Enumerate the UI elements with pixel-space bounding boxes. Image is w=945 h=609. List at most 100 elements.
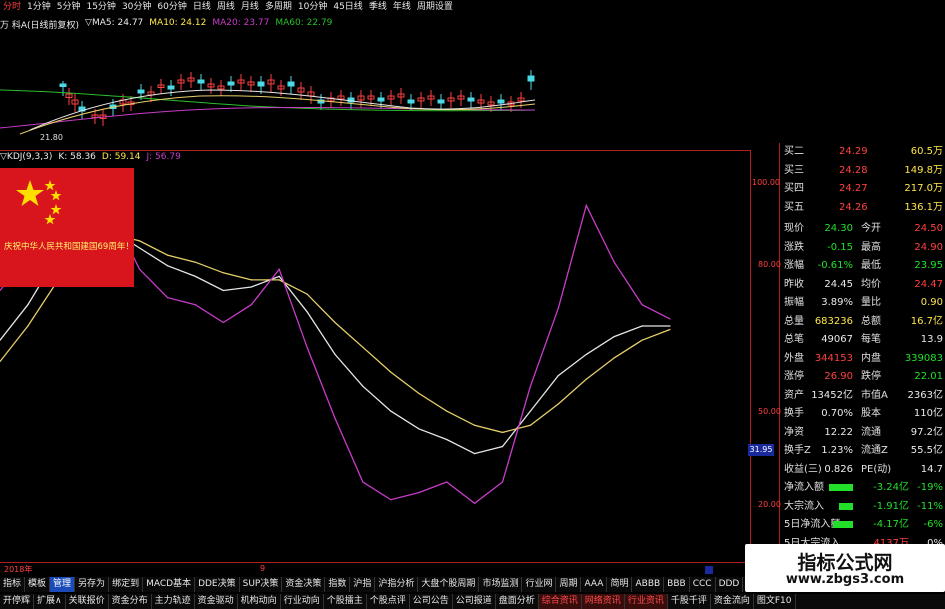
quote-field-value: 24.45 — [824, 278, 853, 290]
quote-field-value: 0.90 — [920, 297, 943, 308]
indicator-tab[interactable]: 大盘个股周期 — [418, 577, 480, 592]
quote-field-label: 市值A — [861, 389, 888, 401]
indicator-tab[interactable]: 资金决策 — [282, 577, 326, 592]
flow-value: -1.91亿 — [873, 500, 909, 512]
kdj-d-point — [585, 378, 587, 380]
quote-field-value: 12.22 — [824, 426, 853, 438]
info-tab[interactable]: 扩展∧ — [34, 594, 66, 609]
info-tab[interactable]: 千股千评 — [668, 594, 711, 609]
quote-field-value: -0.15 — [827, 241, 853, 253]
quote-field-label: 量比 — [861, 297, 881, 308]
period-tab[interactable]: 日线 — [190, 0, 214, 14]
info-tab[interactable]: 机构动向 — [238, 594, 281, 609]
info-tab[interactable]: 网络资讯 — [581, 594, 625, 609]
kdj-d-point — [446, 410, 448, 412]
indicator-tab[interactable]: DDE决策 — [195, 577, 240, 592]
info-tab[interactable]: 资金驱动 — [195, 594, 238, 609]
bid-row: 买三 24.28 149.8万 — [779, 162, 945, 179]
quote-field-label: 净资 — [784, 426, 804, 438]
quote-row: 收益(三) 0.826 PE(动) 14.7 — [779, 461, 945, 478]
indicator-tab[interactable]: DDD — [716, 577, 744, 592]
indicator-tab[interactable]: 沪指 — [350, 577, 376, 592]
indicator-tab[interactable]: 沪指分析 — [375, 577, 419, 592]
info-tab[interactable]: 综合资讯 — [538, 594, 582, 609]
info-tab[interactable]: 盘面分析 — [496, 594, 539, 609]
kdj-k-point — [222, 289, 224, 292]
indicator-tab[interactable]: 市场监测 — [479, 577, 523, 592]
info-tab[interactable]: 行业资讯 — [624, 594, 668, 609]
kdj-j-point — [446, 481, 448, 483]
period-tab[interactable]: 1分钟 — [24, 0, 54, 14]
info-tab[interactable]: 公司公告 — [410, 594, 453, 609]
period-tab[interactable]: 周期设置 — [414, 0, 456, 14]
flow-value: -4.17亿 — [873, 519, 909, 530]
kdj-d-point — [557, 403, 559, 405]
period-tab[interactable]: 多周期 — [262, 0, 295, 14]
indicator-tab[interactable]: 另存为 — [75, 577, 110, 592]
flow-value: -3.24亿 — [873, 482, 909, 493]
kdj-j-point — [278, 268, 280, 270]
info-tab[interactable]: 图文F10 — [754, 594, 796, 609]
watermark-url: www.zbgs3.com — [785, 572, 905, 587]
period-tab[interactable]: 5分钟 — [54, 0, 84, 14]
indicator-tab[interactable]: 简明 — [607, 577, 633, 592]
period-tab[interactable]: 月线 — [238, 0, 262, 14]
info-tab[interactable]: 个股擂主 — [324, 594, 367, 609]
candle-body — [377, 97, 385, 102]
candle-body — [197, 79, 205, 84]
period-tab[interactable]: 45日线 — [330, 0, 365, 14]
axis-divider — [750, 150, 751, 570]
kdj-d-point — [362, 346, 364, 348]
period-tab[interactable]: 10分钟 — [295, 0, 330, 14]
quote-field-value: 2363亿 — [907, 389, 943, 401]
indicator-tab[interactable]: 绑定到 — [109, 577, 144, 592]
candle-body — [527, 75, 535, 82]
quote-field-value: 24.30 — [824, 223, 853, 234]
quote-panel: 买二 24.29 60.5万 买三 24.28 149.8万 买四 24.27 217.0万 买五… — [779, 143, 945, 567]
indicator-tab[interactable]: 行业网 — [522, 577, 557, 592]
indicator-tab[interactable]: 模板 — [25, 577, 51, 592]
quote-field-label: 流通 — [861, 426, 881, 438]
period-tab[interactable]: 30分钟 — [119, 0, 154, 14]
indicator-tab[interactable]: 周期 — [556, 577, 582, 592]
period-tab[interactable]: 15分钟 — [83, 0, 118, 14]
info-tab[interactable]: 行业动向 — [281, 594, 324, 609]
bid-price: 24.27 — [839, 183, 868, 194]
kdj-d-point — [641, 339, 643, 341]
watermark-title: 指标公式网 — [797, 552, 893, 574]
indicator-tab[interactable]: BBB — [664, 577, 690, 592]
indicator-tab[interactable]: 指数 — [325, 577, 351, 592]
kdj-d-point — [669, 328, 671, 331]
kdj-d-point — [529, 424, 532, 426]
info-tab[interactable]: 公司报道 — [453, 594, 496, 609]
info-tab[interactable]: 开停辉 — [0, 594, 35, 609]
kdj-j-point — [334, 417, 336, 419]
flow-percent: -11% — [917, 500, 943, 512]
indicator-tab[interactable]: 管理 — [50, 577, 76, 592]
kdj-j-point — [418, 492, 420, 494]
scroll-indicator[interactable] — [705, 566, 713, 574]
info-tab[interactable]: 资金流向 — [711, 594, 754, 609]
info-tab[interactable]: 资金分布 — [109, 594, 152, 609]
period-tab[interactable]: 周线 — [214, 0, 238, 14]
indicator-tab[interactable]: MACD基本 — [143, 577, 196, 592]
quote-row: 净资 12.22 流通 97.2亿 — [779, 424, 945, 441]
indicator-tab[interactable]: AAA — [581, 577, 608, 592]
indicator-tab[interactable]: 指标 — [0, 577, 26, 592]
period-tab[interactable]: 60分钟 — [154, 0, 189, 14]
candlestick-chart[interactable]: 21.80 — [0, 30, 535, 150]
period-tab[interactable]: 年线 — [390, 0, 414, 14]
kdj-j-point — [390, 499, 392, 501]
kdj-j-point — [613, 261, 615, 263]
indicator-tab[interactable]: CCC — [690, 577, 716, 592]
info-tab[interactable]: 关联报价 — [66, 594, 109, 609]
kdj-k-point — [334, 353, 336, 355]
info-tab[interactable]: 主力轨迹 — [152, 594, 195, 609]
period-tab[interactable]: 分时 — [0, 0, 24, 14]
indicator-tab[interactable]: ABBB — [632, 577, 665, 592]
quote-row: 总量 683236 总额 16.7亿 — [779, 313, 945, 330]
period-tab[interactable]: 季线 — [366, 0, 390, 14]
quote-row: 总笔 49067 每笔 13.9 — [779, 331, 945, 348]
info-tab[interactable]: 个股点评 — [367, 594, 410, 609]
indicator-tab[interactable]: SUP决策 — [240, 577, 283, 592]
